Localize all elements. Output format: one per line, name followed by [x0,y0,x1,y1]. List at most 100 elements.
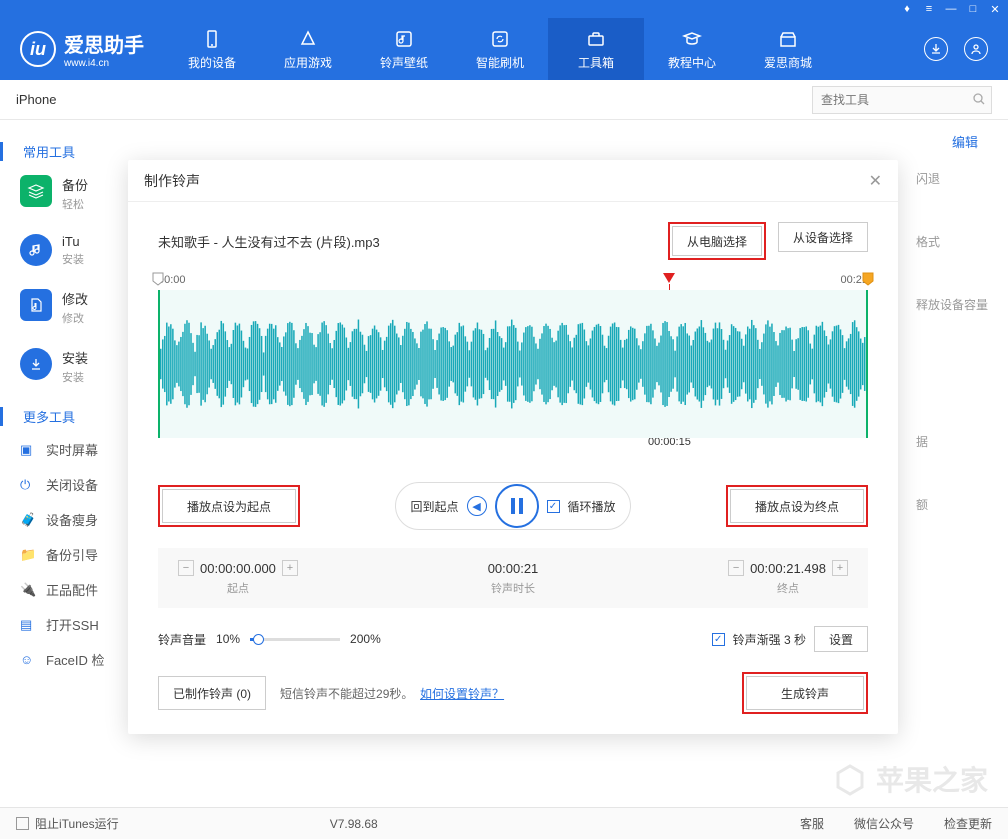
tool-backup-guide[interactable]: 📁备份引导 [20,545,130,564]
end-value: 00:00:21.498 [750,561,826,576]
titlebar-menu-icon[interactable]: ≡ [922,2,936,16]
loop-label: 循环播放 [568,498,616,515]
back-to-start-label: 回到起点 [410,498,458,515]
fade-checkbox[interactable]: ✓ [712,633,725,646]
search-icon[interactable] [972,92,986,111]
footer-support[interactable]: 客服 [800,815,824,832]
fade-settings-button[interactable]: 设置 [814,626,868,652]
logo-sub: www.i4.cn [64,58,144,69]
start-marker-icon[interactable] [152,272,164,291]
titlebar: ♦ ≡ — □ ✕ [0,0,1008,18]
pause-button[interactable] [495,484,539,528]
highlight-set-start: 播放点设为起点 [158,485,300,527]
waveform-area: 00:00 00:21 00:00:15 [158,274,868,464]
end-minus-button[interactable]: − [728,560,744,576]
filename: 未知歌手 - 人生没有过不去 (片段).mp3 [158,232,380,251]
terminal-icon: ▤ [20,617,36,633]
highlight-generate: 生成铃声 [742,672,868,714]
nav-toolbox[interactable]: 工具箱 [548,18,644,80]
start-minus-button[interactable]: − [178,560,194,576]
nav-flash[interactable]: 智能刷机 [452,18,548,80]
user-icon[interactable] [964,37,988,61]
playback-controls: 回到起点 ◀ ✓ 循环播放 [395,482,630,530]
loop-checkbox[interactable]: ✓ [547,500,560,513]
nav-my-device[interactable]: 我的设备 [164,18,260,80]
device-icon [201,28,223,50]
footer-wechat[interactable]: 微信公众号 [854,815,914,832]
titlebar-min-icon[interactable]: — [944,2,958,16]
layers-icon [20,175,52,207]
sidebar-item-install[interactable]: 安装安装 [20,348,130,385]
made-ringtones-button[interactable]: 已制作铃声 (0) [158,676,266,710]
duration-value: 00:00:21 [488,561,539,576]
device-tab[interactable]: iPhone [16,92,56,107]
tool-faceid[interactable]: ☺FaceID 检 [20,650,130,669]
footer: 阻止iTunes运行 V7.98.68 客服 微信公众号 检查更新 [0,807,1008,839]
nav-tutorial[interactable]: 教程中心 [644,18,740,80]
highlight-from-pc: 从电脑选择 [668,222,766,260]
screen-icon: ▣ [20,442,36,458]
right-hints: 闪退 格式 释放设备容量 据 额 [916,170,988,513]
version: V7.98.68 [330,817,378,831]
from-device-button[interactable]: 从设备选择 [778,222,868,252]
from-pc-button[interactable]: 从电脑选择 [672,226,762,256]
app-icon [297,28,319,50]
nav-apps[interactable]: 应用游戏 [260,18,356,80]
titlebar-pin-icon[interactable]: ♦ [900,2,914,16]
block-itunes-checkbox[interactable] [16,817,29,830]
tool-ssh[interactable]: ▤打开SSH [20,615,130,634]
set-end-button[interactable]: 播放点设为终点 [730,489,864,523]
edit-link[interactable]: 编辑 [952,132,978,151]
sidebar-item-modify[interactable]: 修改修改 [20,289,130,326]
titlebar-max-icon[interactable]: □ [966,2,980,16]
set-start-button[interactable]: 播放点设为起点 [162,489,296,523]
nav-mall[interactable]: 爱思商城 [740,18,836,80]
logo-icon: iu [20,31,56,67]
duration-label: 铃声时长 [488,580,539,596]
modal-title: 制作铃声 [144,171,200,191]
tool-screen[interactable]: ▣实时屏幕 [20,440,130,459]
sidebar-item-backup[interactable]: 备份轻松 [20,175,130,212]
download-icon[interactable] [924,37,948,61]
fade-label: 铃声渐强 3 秒 [733,631,806,648]
end-plus-button[interactable]: + [832,560,848,576]
download-circle-icon [20,348,52,380]
sidebar-item-itunes[interactable]: iTu安装 [20,234,130,267]
volume-pct: 10% [216,632,240,646]
music-icon [393,28,415,50]
mall-icon [777,28,799,50]
tool-slim[interactable]: 🧳设备瘦身 [20,510,130,529]
face-icon: ☺ [20,652,36,668]
start-plus-button[interactable]: + [282,560,298,576]
waveform[interactable] [158,290,868,438]
start-label: 起点 [178,580,298,596]
header: iu 爱思助手 www.i4.cn 我的设备 应用游戏 铃声壁纸 智能刷机 工具… [0,18,1008,80]
back-icon[interactable]: ◀ [467,496,487,516]
tutorial-icon [681,28,703,50]
itunes-icon [20,234,52,266]
hint-text: 短信铃声不能超过29秒。 如何设置铃声？ [280,685,504,702]
end-label: 终点 [728,580,848,596]
tool-genuine[interactable]: 🔌正品配件 [20,580,130,599]
nav-ringtone[interactable]: 铃声壁纸 [356,18,452,80]
search-input[interactable] [812,86,992,114]
footer-update[interactable]: 检查更新 [944,815,992,832]
volume-max: 200% [350,632,381,646]
hint-link[interactable]: 如何设置铃声？ [420,687,504,701]
close-icon[interactable]: ✕ [869,171,882,191]
plug-icon: 🔌 [20,582,36,598]
volume-slider[interactable] [250,638,340,641]
end-marker-icon[interactable] [862,272,874,291]
tool-shutdown[interactable]: ⏻关闭设备 [20,475,130,494]
highlight-set-end: 播放点设为终点 [726,485,868,527]
block-itunes-label: 阻止iTunes运行 [35,815,119,832]
generate-button[interactable]: 生成铃声 [746,676,864,710]
time-bar: −00:00:00.000+ 起点 00:00:21 铃声时长 −00:00:2… [158,548,868,608]
titlebar-close-icon[interactable]: ✕ [988,2,1002,16]
cleanup-icon: 🧳 [20,512,36,528]
logo[interactable]: iu 爱思助手 www.i4.cn [20,29,144,69]
section-more-tools: 更多工具 [0,407,130,426]
subheader: iPhone [0,80,1008,120]
folder-icon: 📁 [20,547,36,563]
section-common-tools: 常用工具 [0,142,130,161]
